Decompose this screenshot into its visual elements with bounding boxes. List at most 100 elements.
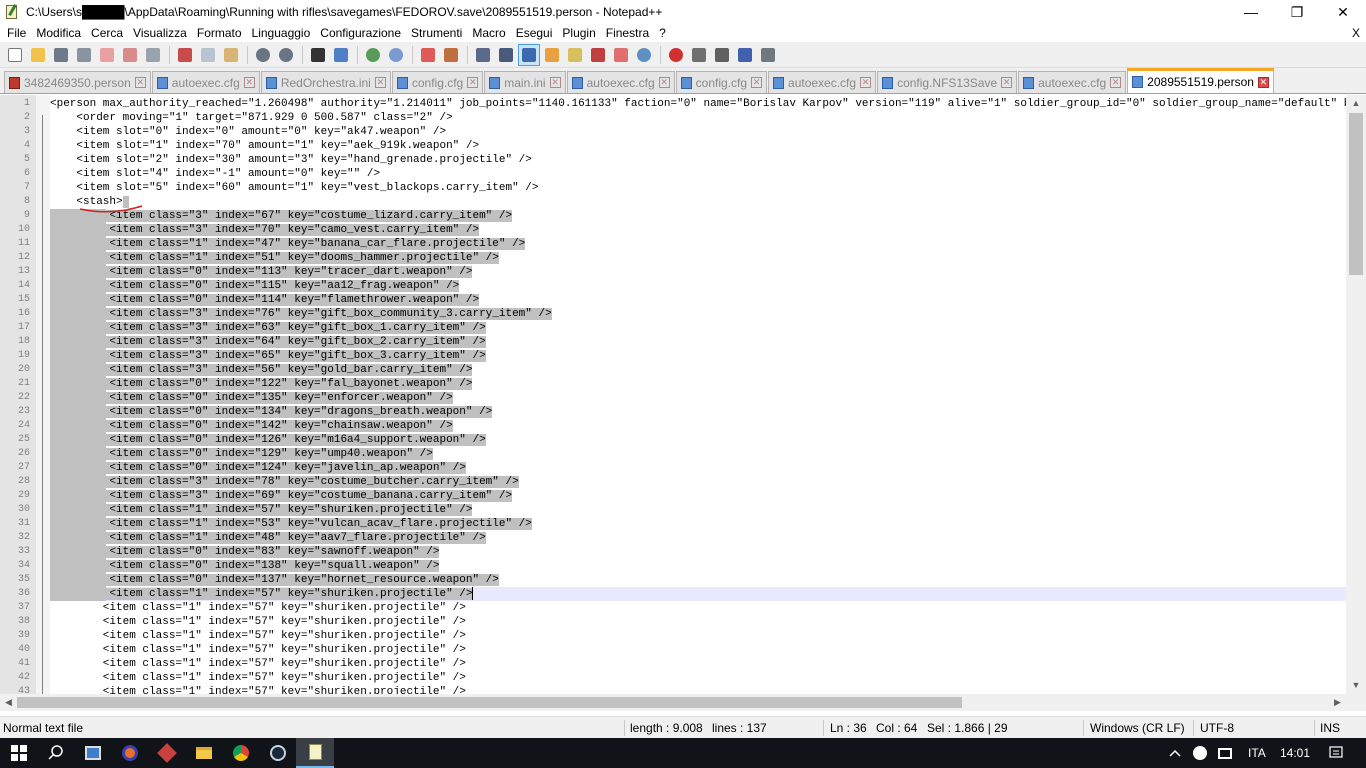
code-line[interactable]: 40 <item class="1" index="57" key="shuri… (18, 643, 1346, 657)
code-line[interactable]: 12 <item class="1" index="51" key="dooms… (18, 251, 1346, 265)
code-line[interactable]: 14 <item class="0" index="115" key="aa12… (18, 279, 1346, 293)
code-line[interactable]: 37 <item class="1" index="57" key="shuri… (18, 601, 1346, 615)
menu-file[interactable]: File (2, 24, 31, 42)
maximize-button[interactable]: ❐ (1274, 0, 1320, 24)
paste-icon[interactable] (220, 44, 242, 66)
document-map-icon[interactable] (564, 44, 586, 66)
code-line[interactable]: 19 <item class="3" index="65" key="gift_… (18, 349, 1346, 363)
tab-main-ini[interactable]: main.ini ✕ (484, 71, 566, 93)
code-line[interactable]: 10 <item class="3" index="70" key="camo_… (18, 223, 1346, 237)
tab-autoexec-cfg[interactable]: autoexec.cfg ✕ (1018, 71, 1127, 93)
menu-linguaggio[interactable]: Linguaggio (247, 24, 316, 42)
menu-cerca[interactable]: Cerca (86, 24, 128, 42)
code-line[interactable]: 13 <item class="0" index="113" key="trac… (18, 265, 1346, 279)
tab-close-icon[interactable]: ✕ (134, 77, 146, 88)
tab-close-icon[interactable]: ✕ (860, 77, 872, 88)
code-line[interactable]: 36 <item class="1" index="57" key="shuri… (18, 587, 1346, 601)
horizontal-scroll-thumb[interactable] (17, 697, 962, 708)
show-all-chars-icon[interactable] (495, 44, 517, 66)
tab-autoexec-cfg[interactable]: autoexec.cfg ✕ (768, 71, 877, 93)
start-button[interactable] (0, 738, 38, 768)
menu-finestra[interactable]: Finestra (601, 24, 654, 42)
redo-icon[interactable] (275, 44, 297, 66)
tab-close-icon[interactable]: ✕ (1257, 76, 1269, 88)
code-line[interactable]: 31 <item class="1" index="53" key="vulca… (18, 517, 1346, 531)
vertical-scrollbar[interactable]: ▲ ▼ (1346, 95, 1366, 694)
record-macro-icon[interactable] (665, 44, 687, 66)
stop-macro-icon[interactable] (688, 44, 710, 66)
sync-horizontal-icon[interactable] (440, 44, 462, 66)
horizontal-scrollbar[interactable]: ◀ ▶ (0, 694, 1346, 711)
tab-config-nfs13save[interactable]: config.NFS13Save ✕ (877, 71, 1018, 93)
undo-icon[interactable] (252, 44, 274, 66)
code-area[interactable]: 1 <person max_authority_reached="1.260498… (18, 97, 1346, 694)
monitoring-icon[interactable] (633, 44, 655, 66)
code-line[interactable]: 9 <item class="3" index="67" key="costum… (24, 209, 1346, 223)
code-line[interactable]: 27 <item class="0" index="124" key="jave… (18, 461, 1346, 475)
code-line[interactable]: 4 <item slot="1" index="70" amount="1" k… (24, 139, 1346, 153)
code-line[interactable]: 33 <item class="0" index="83" key="sawno… (18, 545, 1346, 559)
code-line[interactable]: 41 <item class="1" index="57" key="shuri… (18, 657, 1346, 671)
chrome-icon[interactable] (222, 738, 260, 768)
code-line[interactable]: 16 <item class="3" index="76" key="gift_… (18, 307, 1346, 321)
firefox-icon[interactable] (111, 738, 149, 768)
function-list-icon[interactable] (587, 44, 609, 66)
zoom-out-icon[interactable] (385, 44, 407, 66)
menu-esegui[interactable]: Esegui (511, 24, 558, 42)
scroll-right-icon[interactable]: ▶ (1329, 694, 1346, 711)
menu-modifica[interactable]: Modifica (31, 24, 86, 42)
tab-autoexec-cfg[interactable]: autoexec.cfg ✕ (151, 71, 260, 93)
code-line[interactable]: 1 <person max_authority_reached="1.260498… (24, 97, 1346, 111)
cut-icon[interactable] (174, 44, 196, 66)
print-icon[interactable] (142, 44, 164, 66)
close-all-icon[interactable] (119, 44, 141, 66)
indent-guide-icon[interactable] (518, 43, 540, 66)
code-line[interactable]: 30 <item class="1" index="57" key="shuri… (18, 503, 1346, 517)
copy-icon[interactable] (197, 44, 219, 66)
search-icon[interactable] (37, 738, 75, 768)
play-macro-icon[interactable] (711, 44, 733, 66)
tab-close-icon[interactable]: ✕ (751, 77, 763, 88)
code-line[interactable]: 11 <item class="1" index="47" key="banan… (18, 237, 1346, 251)
tab-close-icon[interactable]: ✕ (1001, 77, 1013, 88)
code-line[interactable]: 43 <item class="1" index="57" key="shuri… (18, 685, 1346, 694)
menu-configurazione[interactable]: Configurazione (315, 24, 406, 42)
code-line[interactable]: 17 <item class="3" index="63" key="gift_… (18, 321, 1346, 335)
tab-config-cfg[interactable]: config.cfg ✕ (391, 71, 484, 93)
close-file-icon[interactable] (96, 44, 118, 66)
menu-help[interactable]: ? (654, 24, 671, 42)
steam-tray-icon[interactable] (1188, 738, 1212, 768)
code-line[interactable]: 15 <item class="0" index="114" key="flam… (18, 293, 1346, 307)
code-line[interactable]: 34 <item class="0" index="138" key="squa… (18, 559, 1346, 573)
game-launcher-icon[interactable] (148, 738, 186, 768)
user-language-icon[interactable] (541, 44, 563, 66)
chevron-up-icon[interactable] (1162, 738, 1188, 768)
open-file-icon[interactable] (27, 44, 49, 66)
minimize-button[interactable]: — (1228, 0, 1274, 24)
monitor-app-icon[interactable] (74, 738, 112, 768)
code-line[interactable]: 20 <item class="3" index="56" key="gold_… (18, 363, 1346, 377)
replace-icon[interactable] (330, 44, 352, 66)
tab-close-icon[interactable]: ✕ (243, 77, 255, 88)
close-button[interactable]: ✕ (1320, 0, 1366, 24)
input-language[interactable]: ITA (1248, 738, 1266, 768)
code-line[interactable]: 24 <item class="0" index="142" key="chai… (18, 419, 1346, 433)
steam-icon[interactable] (259, 738, 297, 768)
code-line[interactable]: 22 <item class="0" index="135" key="enfo… (18, 391, 1346, 405)
code-line[interactable]: 5 <item slot="2" index="30" amount="3" k… (24, 153, 1346, 167)
code-line[interactable]: 7 <item slot="5" index="60" amount="1" k… (24, 181, 1346, 195)
code-line[interactable]: 42 <item class="1" index="57" key="shuri… (18, 671, 1346, 685)
run-macro-multiple-icon[interactable] (734, 44, 756, 66)
code-line[interactable]: 8 <stash> (24, 195, 1346, 209)
code-line[interactable]: 23 <item class="0" index="134" key="drag… (18, 405, 1346, 419)
clock[interactable]: 14:01 (1280, 738, 1310, 768)
notepad-plus-plus-taskbar-icon[interactable] (296, 738, 334, 768)
code-line[interactable]: 25 <item class="0" index="126" key="m16a… (18, 433, 1346, 447)
file-explorer-icon[interactable] (185, 738, 223, 768)
network-icon[interactable] (1212, 738, 1238, 768)
menu-macro[interactable]: Macro (467, 24, 510, 42)
find-icon[interactable] (307, 44, 329, 66)
tab-redorchestra-ini[interactable]: RedOrchestra.ini ✕ (260, 71, 391, 93)
word-wrap-icon[interactable] (472, 44, 494, 66)
code-line[interactable]: 29 <item class="3" index="69" key="costu… (18, 489, 1346, 503)
